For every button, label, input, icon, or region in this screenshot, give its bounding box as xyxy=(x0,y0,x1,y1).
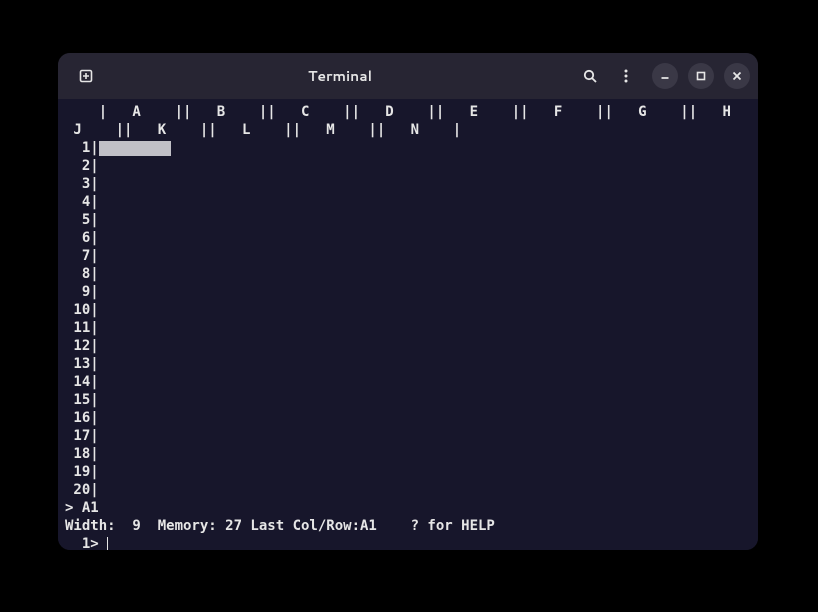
maximize-button[interactable] xyxy=(688,63,714,89)
terminal-line: Width: 9 Memory: 27 Last Col/Row:A1 ? fo… xyxy=(65,517,751,535)
text-cursor xyxy=(107,537,108,550)
terminal-line: 20| xyxy=(65,481,751,499)
terminal-line: 4| xyxy=(65,193,751,211)
menu-button[interactable] xyxy=(610,60,642,92)
terminal-line: 17| xyxy=(65,427,751,445)
search-button[interactable] xyxy=(574,60,606,92)
new-tab-button[interactable] xyxy=(70,60,102,92)
terminal-line: 16| xyxy=(65,409,751,427)
terminal-line: 3| xyxy=(65,175,751,193)
terminal-line: 6| xyxy=(65,229,751,247)
terminal-line: 10| xyxy=(65,301,751,319)
terminal-line: 13| xyxy=(65,355,751,373)
terminal-line: 2| xyxy=(65,157,751,175)
active-cell-highlight xyxy=(99,141,171,156)
terminal-window: Terminal xyxy=(58,53,758,550)
terminal-line: 18| xyxy=(65,445,751,463)
terminal-line: 11| xyxy=(65,319,751,337)
terminal-line: 12| xyxy=(65,337,751,355)
terminal-line: 8| xyxy=(65,265,751,283)
close-button[interactable] xyxy=(724,63,750,89)
terminal-line: | A || B || C || D || E || F || G || H |… xyxy=(65,103,751,121)
terminal-body[interactable]: | A || B || C || D || E || F || G || H |… xyxy=(58,99,758,550)
terminal-line: J || K || L || M || N | xyxy=(65,121,751,139)
terminal-line: 9| xyxy=(65,283,751,301)
terminal-line: 19| xyxy=(65,463,751,481)
titlebar: Terminal xyxy=(58,53,758,99)
terminal-line: 15| xyxy=(65,391,751,409)
terminal-line: > A1 xyxy=(65,499,751,517)
terminal-line: 5| xyxy=(65,211,751,229)
terminal-line: 14| xyxy=(65,373,751,391)
terminal-line: 1| xyxy=(65,139,751,157)
terminal-line: 7| xyxy=(65,247,751,265)
window-title: Terminal xyxy=(106,66,574,86)
minimize-button[interactable] xyxy=(652,63,678,89)
terminal-line: 1> xyxy=(65,535,751,550)
